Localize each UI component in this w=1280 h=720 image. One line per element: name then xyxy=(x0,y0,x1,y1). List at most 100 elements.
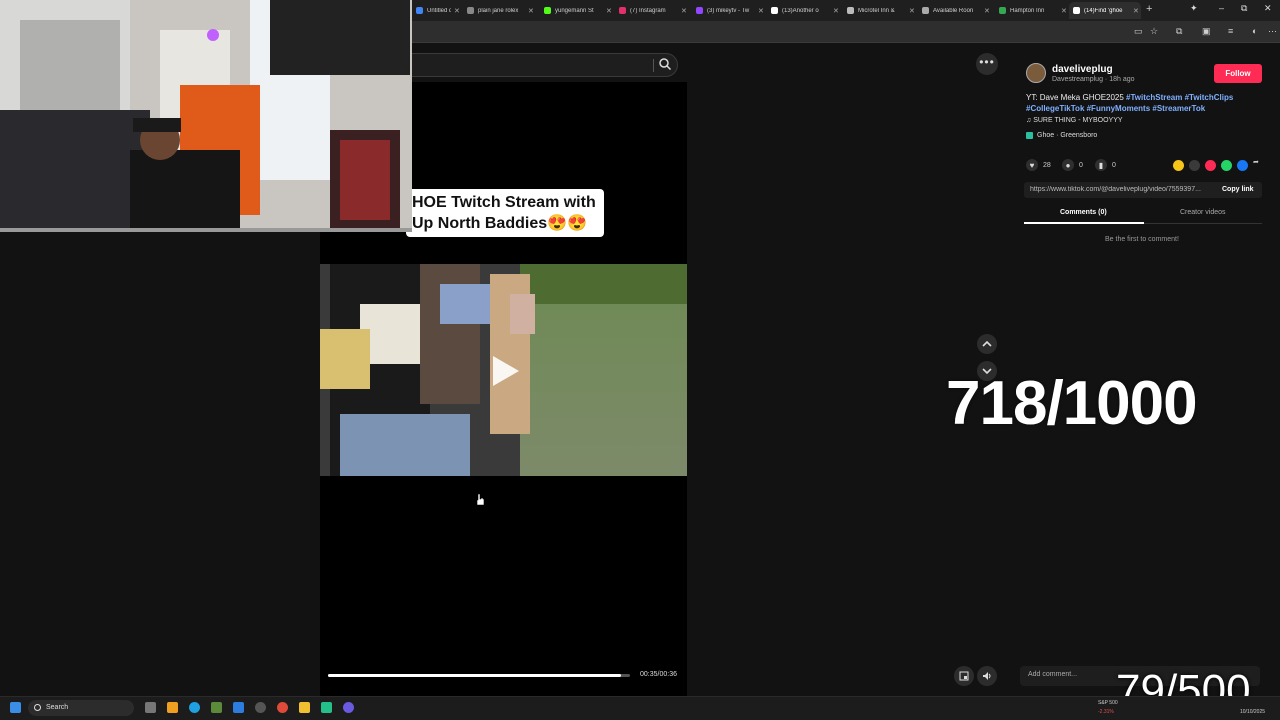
play-icon[interactable] xyxy=(493,356,519,386)
video-progress-bar[interactable] xyxy=(328,674,630,677)
webcam-image xyxy=(0,0,412,232)
browser-tab[interactable]: plain jane rolex ✕ xyxy=(463,2,536,19)
edge-icon[interactable] xyxy=(189,702,200,713)
tab-close-icon[interactable]: ✕ xyxy=(833,7,841,15)
browser-tab[interactable]: Untitled document✕ xyxy=(412,2,462,19)
browser-tab[interactable]: (7) Instagram ✕ xyxy=(615,2,689,19)
task-view-icon[interactable] xyxy=(145,702,156,713)
music-row[interactable]: ♫ SURE THING - MYBOOYYY xyxy=(1026,117,1123,124)
close-window-button[interactable]: ✕ xyxy=(1264,3,1272,14)
tab-favicon xyxy=(847,7,854,14)
tab-close-icon[interactable]: ✕ xyxy=(681,7,689,15)
share-facebook-icon[interactable] xyxy=(1237,160,1248,171)
stock-label[interactable]: S&P 500 xyxy=(1098,700,1118,706)
menu-icon[interactable]: ⋯ xyxy=(1268,26,1277,37)
taskbar-date[interactable]: 10/10/2025 xyxy=(1240,709,1265,715)
previous-video-button[interactable] xyxy=(977,334,997,354)
tab-close-icon[interactable]: ✕ xyxy=(758,7,766,15)
app-icon[interactable] xyxy=(343,702,354,713)
follow-button[interactable]: Follow xyxy=(1214,64,1262,83)
tab-close-icon[interactable]: ✕ xyxy=(984,7,992,15)
location-row[interactable]: Ghoe · Greensboro xyxy=(1026,132,1097,139)
heart-icon: ♥ xyxy=(1026,159,1038,171)
location-pin-icon xyxy=(1026,132,1033,139)
like-button[interactable]: ♥ 28 xyxy=(1026,159,1051,171)
post-username[interactable]: daveliveplug xyxy=(1052,64,1113,75)
share-friends-icon[interactable] xyxy=(1205,160,1216,171)
stock-change: -2.31% xyxy=(1098,709,1114,715)
video-progress-fill xyxy=(328,674,621,677)
volume-button[interactable] xyxy=(977,666,997,686)
save-count: 0 xyxy=(1112,161,1116,169)
browser-tab[interactable]: (13)Another o ✕ xyxy=(767,2,841,19)
favorites-icon[interactable]: ≡ xyxy=(1228,26,1233,36)
more-options-button[interactable]: ••• xyxy=(976,53,998,75)
search-icon[interactable] xyxy=(658,57,672,71)
tab-close-icon[interactable]: ✕ xyxy=(454,7,462,15)
video-link[interactable]: https://www.tiktok.com/@daveliveplug/vid… xyxy=(1030,186,1212,193)
install-app-icon[interactable]: ▭ xyxy=(1134,26,1143,37)
share-more-icon[interactable]: ➦ xyxy=(1253,158,1259,166)
music-title: SURE THING - MYBOOYYY xyxy=(1033,117,1123,124)
comment-count: 0 xyxy=(1079,161,1083,169)
app-icon[interactable] xyxy=(211,702,222,713)
description-text: YT: Dave Meka GHOE2025 xyxy=(1026,93,1127,102)
tab-favicon xyxy=(922,7,929,14)
browser-tab[interactable]: Microtel Inn & ✕ xyxy=(843,2,917,19)
split-screen-icon[interactable]: ▣ xyxy=(1202,26,1211,37)
tab-close-icon[interactable]: ✕ xyxy=(606,7,614,15)
tab-favicon xyxy=(1073,7,1080,14)
webcam-overlay xyxy=(0,0,412,232)
browser-tab[interactable]: Available Roon ✕ xyxy=(918,2,992,19)
new-tab-button[interactable]: + xyxy=(1146,3,1152,15)
minimize-button[interactable]: – xyxy=(1219,3,1224,13)
taskbar-search[interactable]: Search xyxy=(28,700,134,716)
hand-cursor-icon xyxy=(476,494,485,506)
settings-icon[interactable] xyxy=(255,702,266,713)
app-icon[interactable] xyxy=(321,702,332,713)
caption-line-2: Up North Baddies😍😍 xyxy=(412,215,587,232)
avatar[interactable] xyxy=(1026,63,1046,83)
profile-icon[interactable]: ◐ xyxy=(1252,26,1257,36)
post-subline: Davestreamplug · 18h ago xyxy=(1052,76,1135,83)
tab-close-icon[interactable]: ✕ xyxy=(1133,7,1141,15)
store-icon[interactable] xyxy=(233,702,244,713)
share-embed-icon[interactable] xyxy=(1189,160,1200,171)
browser-tab[interactable]: (3) mikeytv - Tw ✕ xyxy=(692,2,766,19)
browser-tab-active[interactable]: (14)Find 'ghoe ✕ xyxy=(1069,2,1141,19)
pip-button[interactable] xyxy=(954,666,974,686)
copilot-icon[interactable]: ✦ xyxy=(1190,3,1198,14)
location-text: Ghoe · Greensboro xyxy=(1037,132,1098,139)
copy-link-button[interactable]: Copy link xyxy=(1222,186,1254,193)
maximize-button[interactable]: ⧉ xyxy=(1241,3,1247,14)
screen: Untitled document✕ plain jane rolex✕ yun… xyxy=(0,0,1280,720)
tab-close-icon[interactable]: ✕ xyxy=(528,7,536,15)
video-caption: HOE Twitch Stream with Up North Baddies😍… xyxy=(406,189,604,237)
start-button[interactable] xyxy=(10,702,21,713)
browser-tab[interactable]: yungemann St ✕ xyxy=(540,2,614,19)
tab-favicon xyxy=(544,7,551,14)
tab-creator-videos[interactable]: Creator videos xyxy=(1180,209,1226,216)
file-explorer-icon[interactable] xyxy=(299,702,310,713)
chevron-up-icon xyxy=(982,340,992,347)
extensions-icon[interactable]: ⧉ xyxy=(1176,26,1182,37)
tab-close-icon[interactable]: ✕ xyxy=(909,7,917,15)
browser-tab[interactable]: Hampton Inn ✕ xyxy=(995,2,1069,19)
tab-favicon xyxy=(416,7,423,14)
empty-comments-message: Be the first to comment! xyxy=(1105,236,1179,243)
goal-counter-large: 718/1000 xyxy=(946,369,1198,438)
share-repost-icon[interactable] xyxy=(1173,160,1184,171)
tab-close-icon[interactable]: ✕ xyxy=(1061,7,1069,15)
bookmark-star-icon[interactable]: ☆ xyxy=(1150,26,1158,37)
tab-favicon xyxy=(619,7,626,14)
comment-button[interactable]: ● 0 xyxy=(1062,159,1083,171)
save-button[interactable]: ▮ 0 xyxy=(1095,159,1116,171)
share-whatsapp-icon[interactable] xyxy=(1221,160,1232,171)
chrome-icon[interactable] xyxy=(277,702,288,713)
app-icon[interactable] xyxy=(167,702,178,713)
add-comment-placeholder: Add comment... xyxy=(1028,671,1078,678)
active-tab-underline xyxy=(1024,222,1144,224)
tab-comments[interactable]: Comments (0) xyxy=(1060,209,1107,216)
tab-favicon xyxy=(467,7,474,14)
search-input[interactable] xyxy=(380,53,678,77)
